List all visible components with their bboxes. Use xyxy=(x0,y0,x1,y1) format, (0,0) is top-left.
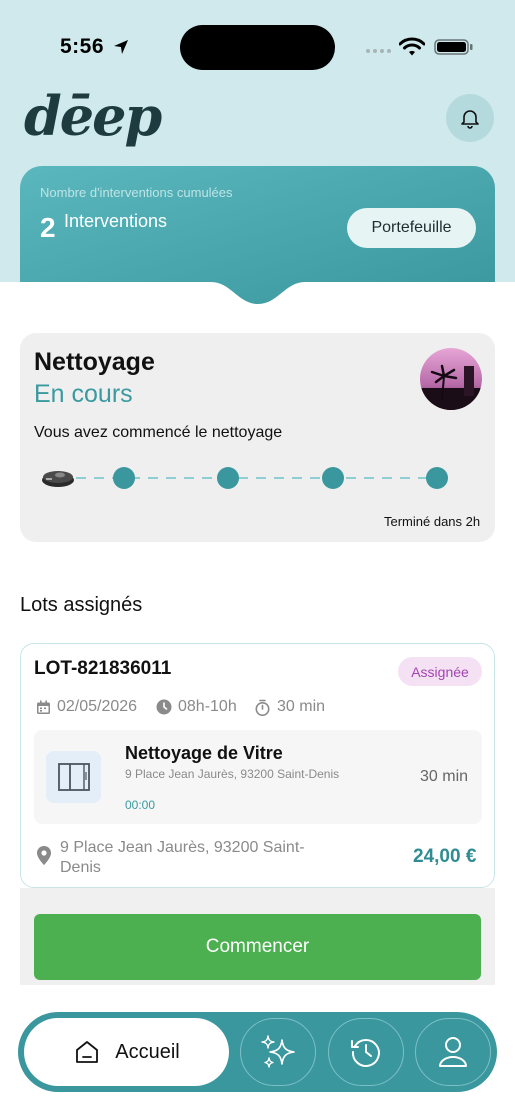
interventions-label: Interventions xyxy=(64,211,168,231)
service-duration: 30 min xyxy=(420,768,469,785)
interventions-count: 2 xyxy=(40,212,56,243)
service-address: 9 Place Jean Jaurès, 93200 Saint-Denis xyxy=(125,767,340,781)
lot-duration-text: 30 min xyxy=(277,698,326,715)
lot-address-text: 9 Place Jean Jaurès, 93200 Saint-Denis xyxy=(60,839,305,876)
location-arrow-icon xyxy=(114,40,128,54)
tab-profile[interactable] xyxy=(415,1018,491,1086)
timer-icon xyxy=(255,699,270,716)
lot-slot: 08h-10h xyxy=(156,698,237,716)
start-button[interactable]: Commencer xyxy=(34,914,481,980)
user-icon xyxy=(439,1037,467,1067)
service-time: 00:00 xyxy=(125,798,156,812)
home-icon xyxy=(76,1041,99,1063)
progress-description: Vous avez commencé le nettoyage xyxy=(34,424,283,441)
lot-date-text: 02/05/2026 xyxy=(57,698,138,715)
service-name: Nettoyage de Vitre xyxy=(125,743,283,763)
robot-vacuum-icon xyxy=(42,471,74,487)
bell-icon xyxy=(461,110,479,129)
progress-step xyxy=(113,467,135,489)
battery-icon xyxy=(434,39,473,55)
tab-home[interactable]: Accueil xyxy=(24,1018,229,1086)
wifi-icon xyxy=(399,37,425,56)
tab-history[interactable] xyxy=(328,1018,404,1086)
progress-stepper xyxy=(76,467,448,489)
status-time: 5:56 xyxy=(60,35,105,58)
lot-date: 02/05/2026 xyxy=(36,698,137,716)
lot-duration: 30 min xyxy=(254,698,325,716)
summary-subtitle: Nombre d'interventions cumulées xyxy=(40,185,233,200)
location-pin-icon xyxy=(37,846,51,865)
signal-icon xyxy=(366,49,391,53)
sparkles-icon xyxy=(261,1035,295,1068)
lot-price: 24,00 € xyxy=(413,846,477,867)
section-title: Lots assignés xyxy=(20,594,143,616)
calendar-icon xyxy=(37,700,50,714)
wallet-button[interactable]: Portefeuille xyxy=(347,208,476,248)
progress-status: En cours xyxy=(34,380,133,408)
progress-title: Nettoyage xyxy=(34,348,155,376)
app-logo: dēep xyxy=(24,84,162,148)
lot-address: 9 Place Jean Jaurès, 93200 Saint-Denis xyxy=(36,838,320,878)
dynamic-island xyxy=(180,25,335,70)
status-badge: Assignée xyxy=(398,657,482,686)
tab-home-label: Accueil xyxy=(115,1040,180,1063)
window-icon xyxy=(46,751,101,803)
lot-id: LOT-821836011 xyxy=(34,658,172,679)
progress-eta: Terminé dans 2h xyxy=(384,514,481,529)
lot-slot-text: 08h-10h xyxy=(178,698,237,715)
tab-services[interactable] xyxy=(240,1018,316,1086)
notifications-button[interactable] xyxy=(446,94,494,142)
progress-step xyxy=(426,467,448,489)
progress-step xyxy=(217,467,239,489)
avatar[interactable] xyxy=(420,348,482,410)
progress-step xyxy=(322,467,344,489)
history-icon xyxy=(351,1039,380,1067)
clock-icon xyxy=(156,699,172,715)
status-bar: 5:56 xyxy=(0,0,515,90)
